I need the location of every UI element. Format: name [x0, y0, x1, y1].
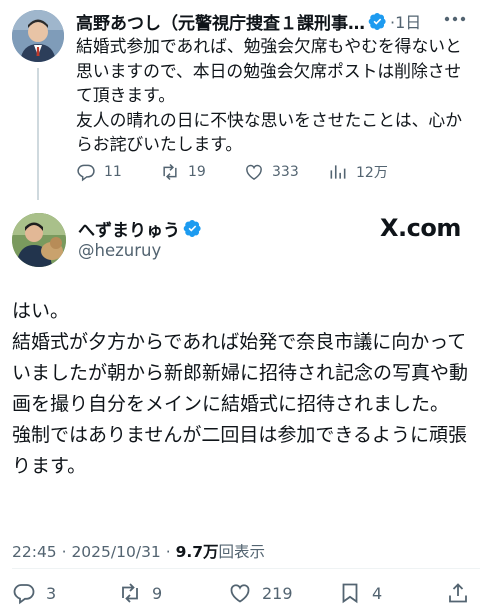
main-display-name[interactable]: へずまりゅう [78, 216, 180, 241]
reply-button[interactable]: 3 [12, 578, 56, 608]
repost-button[interactable]: 19 [160, 158, 206, 186]
divider [12, 568, 480, 569]
views-button[interactable]: 12万 [328, 158, 388, 186]
parent-tweet[interactable]: 高野あつし（元警視庁捜査１課刑事… ·1日 結婚式参加であれば、勉強会欠席もやむ… [0, 0, 480, 200]
repost-button[interactable]: 9 [118, 578, 162, 608]
main-avatar[interactable] [12, 213, 66, 267]
views-total: 9.7万 [175, 543, 219, 561]
parent-action-bar: 11 19 333 12万 [76, 158, 472, 186]
bookmark-button[interactable]: 4 [338, 578, 382, 608]
like-icon [230, 584, 250, 603]
reply-icon [77, 164, 95, 182]
like-count: 333 [272, 164, 299, 180]
bookmark-icon [342, 583, 358, 604]
parent-paragraph: 結婚式参加であれば、勉強会欠席もやむを得ないと思いますので、本日の勉強会欠席ポス… [76, 36, 462, 105]
views-icon [330, 165, 346, 179]
repost-count: 19 [188, 164, 206, 180]
main-paragraph: 結婚式が夕方からであれば始発で奈良市議に向かっていましたが朝から新郎新婦に招待さ… [12, 331, 469, 415]
like-icon [246, 164, 262, 180]
post-timestamp[interactable]: 22:45 · 2025/10/31 · [12, 543, 176, 561]
parent-avatar[interactable] [12, 10, 64, 62]
reply-count: 11 [104, 164, 122, 180]
views-label: 回表示 [218, 543, 266, 561]
parent-header: 高野あつし（元警視庁捜査１課刑事… ·1日 [76, 8, 472, 34]
main-name-row: へずまりゅう [78, 216, 202, 241]
reply-icon [13, 584, 35, 605]
verified-badge-icon [183, 220, 201, 237]
share-icon [449, 583, 467, 603]
like-button[interactable]: 333 [244, 158, 299, 186]
parent-paragraph: 友人の晴れの日に不快な思いをさせたことは、心からお詫びいたします。 [76, 109, 462, 155]
parent-timestamp[interactable]: ·1日 [390, 9, 421, 33]
repost-icon [122, 583, 138, 603]
reply-button[interactable]: 11 [76, 158, 122, 186]
repost-count: 9 [152, 583, 163, 603]
more-icon[interactable] [444, 16, 466, 22]
parent-tweet-text: 結婚式参加であれば、勉強会欠席もやむを得ないと思いますので、本日の勉強会欠席ポス… [76, 34, 472, 157]
like-count: 219 [262, 583, 293, 603]
tweet-meta: 22:45 · 2025/10/31 · 9.7万回表示 [12, 540, 265, 562]
main-paragraph: 強制ではありませんが二回目は参加できるように頑張ります。 [12, 424, 468, 477]
xcom-watermark: X.com [380, 214, 461, 242]
main-paragraph: はい。 [12, 300, 70, 322]
reply-count: 3 [46, 583, 57, 603]
bookmark-count: 4 [372, 583, 383, 603]
main-handle[interactable]: @hezuruy [78, 241, 161, 260]
main-action-bar: 3 9 219 4 [0, 578, 480, 608]
like-button[interactable]: 219 [228, 578, 293, 608]
main-tweet-text: はい。 結婚式が夕方からであれば始発で奈良市議に向かっていましたが朝から新郎新婦… [12, 296, 472, 482]
parent-display-name[interactable]: 高野あつし（元警視庁捜査１課刑事… [76, 9, 365, 34]
share-button[interactable] [446, 578, 480, 608]
repost-icon [163, 163, 177, 181]
views-count: 12万 [356, 165, 388, 181]
verified-badge-icon [368, 12, 386, 30]
